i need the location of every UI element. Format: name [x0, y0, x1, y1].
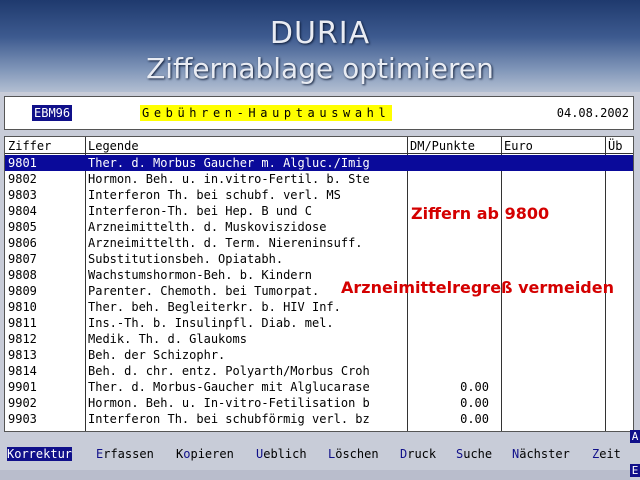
screen-title: Gebühren-Hauptauswahl — [140, 105, 393, 121]
menu-item-label: eit — [599, 447, 621, 461]
cell-legende: Interferon Th. bei schubförmig verl. bz — [88, 412, 370, 426]
cell-ziffer: 9809 — [8, 284, 37, 298]
scroll-marker-top: A — [630, 430, 640, 443]
menu-item[interactable]: Nächster — [512, 447, 570, 461]
menu-item[interactable]: Ueblich — [256, 447, 307, 461]
scroll-marker-bottom: E — [630, 464, 640, 477]
menu-item-label: orrektur — [14, 447, 73, 461]
menu-item-label: pieren — [190, 447, 234, 461]
menu-item[interactable]: Erfassen — [96, 447, 154, 461]
cell-ziffer: 9901 — [8, 380, 37, 394]
menu-item-label: eblich — [263, 447, 307, 461]
table-row[interactable]: 9814 Beh. d. chr. entz. Polyarth/Morbus C… — [5, 363, 633, 379]
table-row[interactable]: 9801 Ther. d. Morbus Gaucher m. Algluc./I… — [5, 155, 633, 171]
cell-points: 0.00 — [460, 380, 489, 394]
col-header-legende: Legende — [88, 139, 139, 153]
menu-item[interactable]: Zeit — [592, 447, 621, 461]
app-banner: DURIA Ziffernablage optimieren — [0, 0, 640, 92]
cell-legende: Ther. beh. Begleiterkr. b. HIV Inf. — [88, 300, 341, 314]
table-row[interactable]: 9811 Ins.-Th. b. Insulinpfl. Diab. mel. — [5, 315, 633, 331]
col-header-euro: Euro — [504, 139, 533, 153]
cell-ziffer: 9903 — [8, 412, 37, 426]
menu-item[interactable]: Druck — [400, 447, 436, 461]
cell-ziffer: 9804 — [8, 204, 37, 218]
table-row[interactable]: 9802 Hormon. Beh. u. in.vitro-Fertil. b. … — [5, 171, 633, 187]
cell-ziffer: 9807 — [8, 252, 37, 266]
cell-legende: Arzneimittelth. d. Term. Niereninsuff. — [88, 236, 363, 250]
col-header-points: DM/Punkte — [410, 139, 476, 153]
cell-legende: Hormon. Beh. u. In-vitro-Fetilisation b — [88, 396, 370, 410]
status-bar — [0, 470, 630, 480]
col-header-ziffer: Ziffer — [8, 139, 52, 153]
function-menu: Korrektur Erfassen Kopieren Ueblich Löschen D… — [0, 444, 640, 466]
table-row[interactable]: 9810 Ther. beh. Begleiterkr. b. HIV Inf. — [5, 299, 633, 315]
cell-legende: Interferon Th. bei schubf. verl. MS — [88, 188, 341, 202]
current-date: 04.08.2002 — [556, 106, 629, 120]
cell-legende: Beh. d. chr. entz. Polyarth/Morbus Croh — [88, 364, 370, 378]
cell-points: 0.00 — [460, 396, 489, 410]
col-header-ueb: Üb — [608, 139, 623, 153]
cell-legende: Interferon-Th. bei Hep. B und C — [88, 204, 312, 218]
annotation-ziffern: Ziffern ab 9800 — [411, 204, 550, 223]
menu-item-label: öschen — [335, 447, 379, 461]
menu-item[interactable]: Kopieren — [176, 447, 234, 461]
catalog-code[interactable]: EBM96 — [32, 105, 73, 121]
cell-legende: Medik. Th. d. Glaukoms — [88, 332, 247, 346]
menu-item-label: ruck — [407, 447, 437, 461]
cell-ziffer: 9803 — [8, 188, 37, 202]
cell-ziffer: 9810 — [8, 300, 37, 314]
table-row[interactable]: 9813 Beh. der Schizophr. — [5, 347, 633, 363]
table-row[interactable]: 9901 Ther. d. Morbus-Gaucher mit Alglucar… — [5, 379, 633, 395]
cell-legende: Arzneimittelth. d. Muskoviszidose — [88, 220, 327, 234]
cell-points: 0.00 — [460, 412, 489, 426]
cell-ziffer: 9812 — [8, 332, 37, 346]
menu-item[interactable]: Suche — [456, 447, 492, 461]
menu-item-label: rfassen — [103, 447, 154, 461]
table-row[interactable]: 9902 Hormon. Beh. u. In-vitro-Fetilisatio… — [5, 395, 633, 411]
table-row[interactable]: 9812 Medik. Th. d. Glaukoms — [5, 331, 633, 347]
cell-ziffer: 9814 — [8, 364, 37, 378]
menu-item-label: ächster — [519, 447, 570, 461]
cell-legende: Ther. d. Morbus-Gaucher mit Alglucarase — [88, 380, 370, 394]
menu-item[interactable]: Löschen — [328, 447, 379, 461]
table-row[interactable]: 9806 Arzneimittelth. d. Term. Niereninsuf… — [5, 235, 633, 251]
cell-legende: Ther. d. Morbus Gaucher m. Algluc./Imig — [88, 156, 370, 170]
cell-ziffer: 9801 — [8, 156, 37, 170]
cell-legende: Ins.-Th. b. Insulinpfl. Diab. mel. — [88, 316, 334, 330]
selection-header: EBM96 Gebühren-Hauptauswahl 04.08.2002 — [4, 96, 634, 130]
cell-ziffer: 9813 — [8, 348, 37, 362]
app-title: DURIA — [269, 16, 371, 51]
app-subtitle: Ziffernablage optimieren — [146, 52, 494, 85]
cell-ziffer: 9805 — [8, 220, 37, 234]
cell-ziffer: 9808 — [8, 268, 37, 282]
cell-ziffer: 9811 — [8, 316, 37, 330]
table-row[interactable]: 9803 Interferon Th. bei schubf. verl. MS — [5, 187, 633, 203]
header-divider — [5, 153, 633, 154]
annotation-regress: Arzneimittelregreß vermeiden — [341, 278, 614, 297]
table-row[interactable]: 9903 Interferon Th. bei schubförmig verl.… — [5, 411, 633, 427]
cell-legende: Substitutionsbeh. Opiatabh. — [88, 252, 284, 266]
cell-ziffer: 9902 — [8, 396, 37, 410]
menu-item-label: uche — [463, 447, 493, 461]
cell-legende: Hormon. Beh. u. in.vitro-Fertil. b. Ste — [88, 172, 370, 186]
menu-item[interactable]: Korrektur — [7, 447, 73, 461]
table-row[interactable]: 9807 Substitutionsbeh. Opiatabh. — [5, 251, 633, 267]
cell-ziffer: 9802 — [8, 172, 37, 186]
cell-ziffer: 9806 — [8, 236, 37, 250]
cell-legende: Beh. der Schizophr. — [88, 348, 226, 362]
